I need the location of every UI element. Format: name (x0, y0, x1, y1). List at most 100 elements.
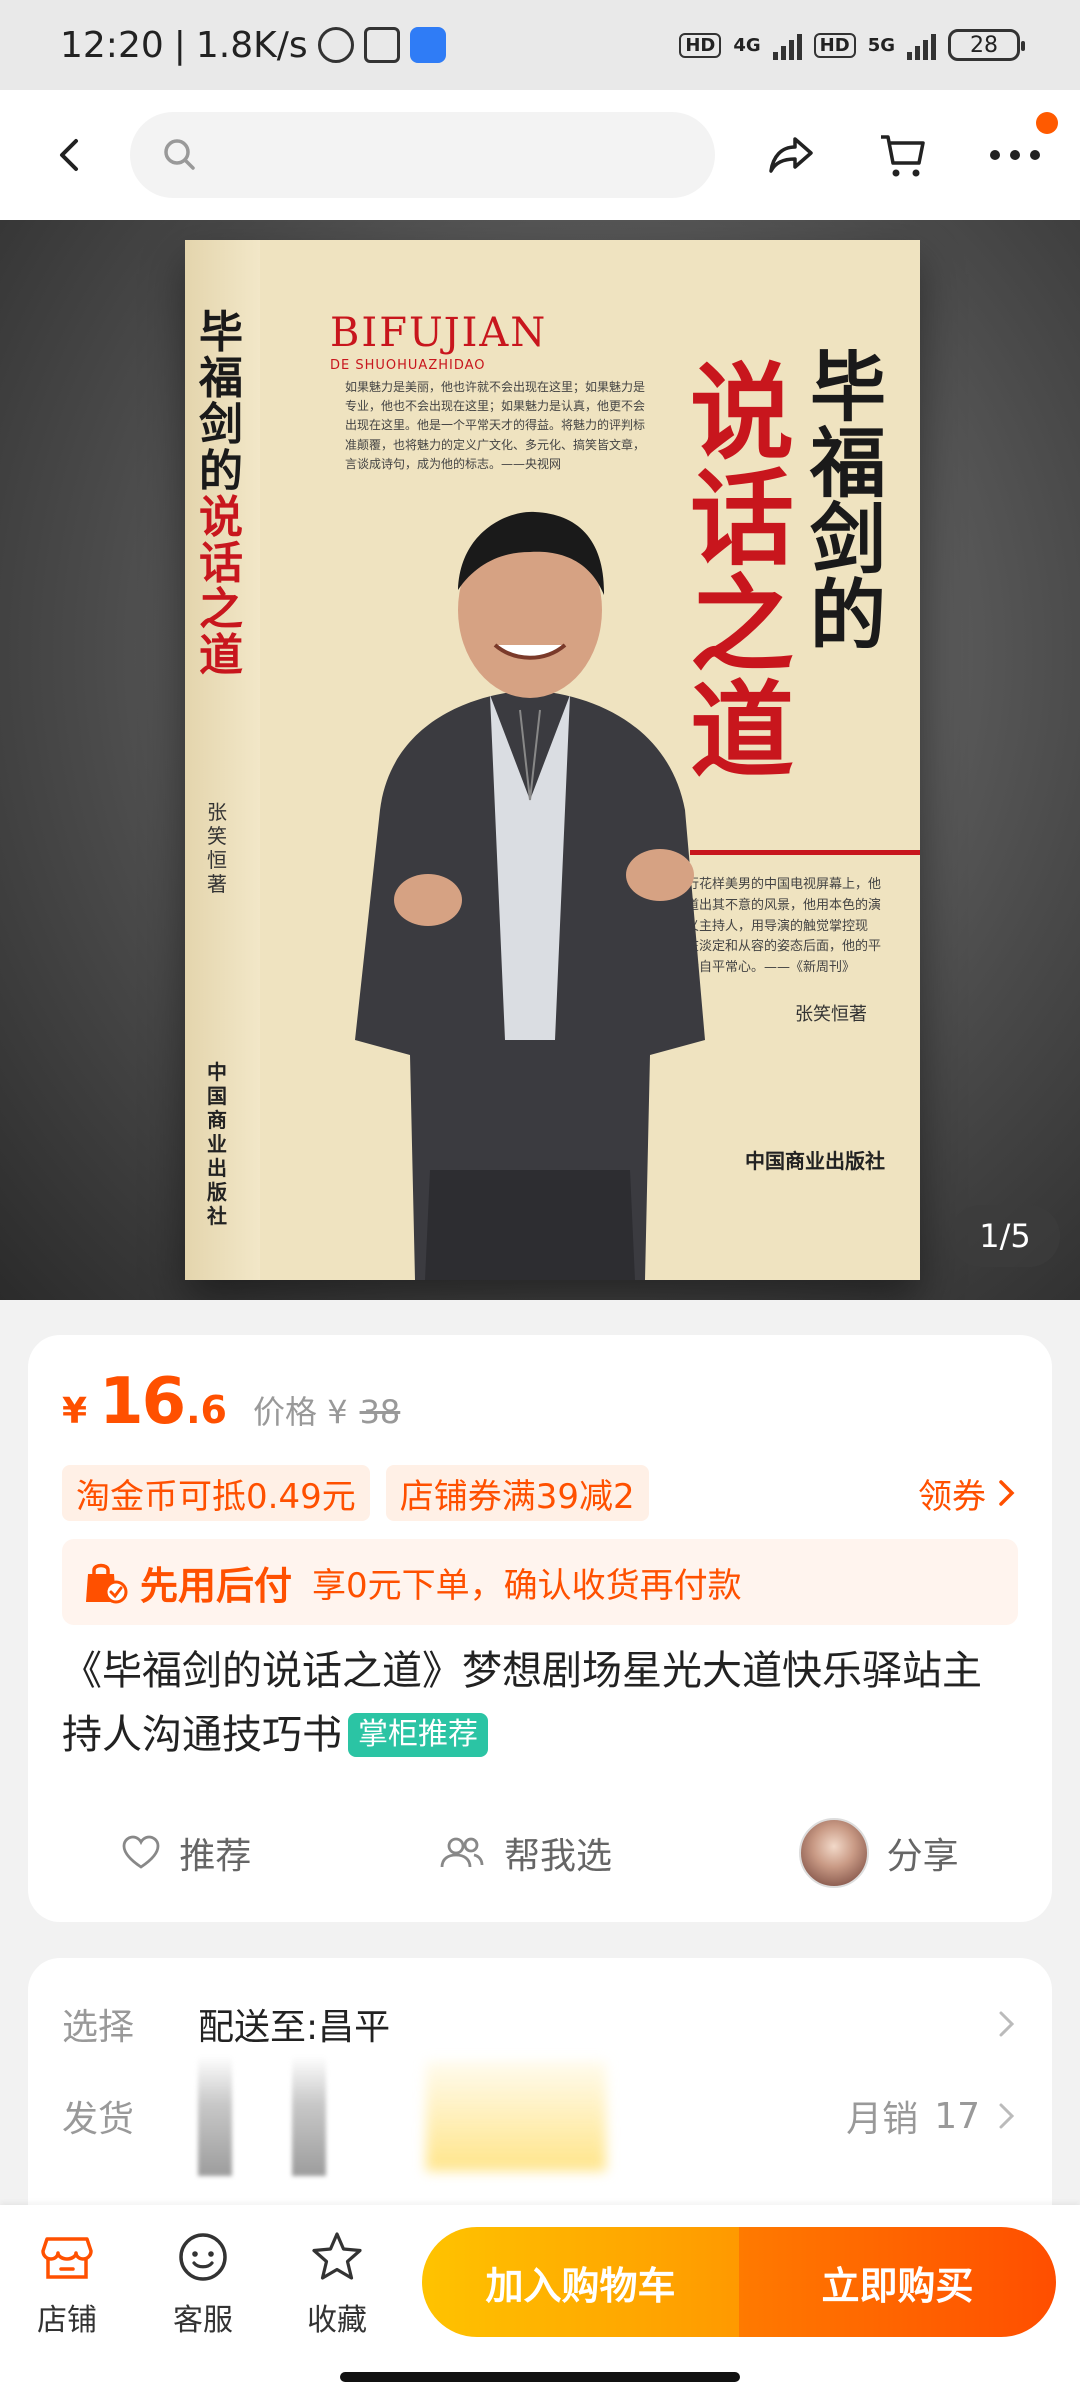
share-arrow-icon (769, 137, 813, 173)
get-coupon-label: 领券 (918, 1476, 986, 1517)
back-button[interactable] (30, 115, 110, 195)
recommend-label: 推荐 (179, 1836, 252, 1877)
status-bar: 12:20 | 1.8K/s HD 4G HD 5G 28 (0, 0, 1080, 90)
price-card: ¥ 16 .6 价格 ¥ 38 淘金币可抵0.49元 店铺券满39减2 领券 先… (28, 1335, 1052, 1922)
star-icon (312, 2232, 362, 2280)
get-coupon-link[interactable]: 领券 (918, 1469, 1018, 1518)
price-decimal: .6 (186, 1388, 228, 1432)
ship-label: 发货 (62, 2099, 135, 2140)
network-5g-label: 5G (867, 34, 895, 56)
price-row: ¥ 16 .6 价格 ¥ 38 (62, 1365, 1018, 1439)
host-portrait-illustration (355, 511, 705, 1280)
signal-icon-2 (907, 30, 936, 60)
spine-publisher: 中国商业出版社 (207, 1060, 227, 1228)
heart-icon (122, 1835, 160, 1869)
image-page-indicator: 1/5 (950, 1205, 1060, 1267)
battery-icon: 28 (948, 29, 1025, 61)
chevron-right-icon (999, 2103, 1015, 2129)
pay-later-banner[interactable]: 先用后付 享0元下单，确认收货再付款 (62, 1539, 1018, 1625)
cart-icon (881, 135, 925, 177)
favorite-label: 收藏 (307, 2303, 367, 2338)
shopkeeper-recommend-tag: 掌柜推荐 (348, 1713, 488, 1757)
pay-later-description: 享0元下单，确认收货再付款 (312, 1565, 742, 1606)
status-separator: | (173, 24, 186, 66)
notification-dot (1036, 112, 1058, 134)
blur-highlight (426, 2061, 606, 2171)
cover-quote: 如果魅力是美丽，他也许就不会出现在这里；如果魅力是专业，他也不会出现在这里；如果… (345, 380, 646, 471)
original-price: 38 (359, 1393, 401, 1431)
buy-now-button[interactable]: 立即购买 (739, 2227, 1056, 2337)
share-button[interactable] (756, 120, 826, 190)
spine-author: 张笑恒著 (207, 800, 227, 896)
select-chevron (996, 2009, 1018, 2039)
status-right: HD 4G HD 5G 28 (679, 29, 1025, 61)
coupon-store[interactable]: 店铺券满39减2 (385, 1465, 649, 1521)
share-friend-button[interactable]: 分享 (798, 1818, 959, 1888)
social-action-row: 推荐 帮我选 分享 (28, 1818, 1052, 1888)
cover-english-subtitle: DE SHUOHUAZHIDAO (330, 358, 486, 373)
original-price-label: 价格 ¥ (253, 1393, 348, 1431)
status-time: 12:20 (60, 24, 164, 66)
monthly-sales: 月销 17 (846, 2090, 1018, 2142)
more-dots-icon (990, 150, 1040, 160)
customer-service-icon (179, 2233, 227, 2281)
monthly-sales-label: 月销 (846, 2099, 919, 2140)
nfc-icon (363, 27, 400, 63)
chevron-right-icon (999, 1480, 1015, 1506)
shop-button[interactable]: 店铺 (12, 2229, 122, 2339)
spine-title-black: 毕福剑的 (199, 307, 243, 497)
pay-later-brand: 先用后付 (140, 1563, 293, 1608)
network-4g-label: 4G (733, 34, 761, 56)
delivery-card: 选择 配送至:昌平 发货 月销 17 (28, 1958, 1052, 2218)
header-actions (756, 112, 1058, 190)
product-image-carousel[interactable]: 毕福剑的说话之道 张笑恒著 中国商业出版社 BIFUJIAN DE SHUOHU… (0, 220, 1080, 1300)
product-title: 《毕福剑的说话之道》梦想剧场星光大道快乐驿站主持人沟通技巧书 掌柜推荐 (62, 1639, 1018, 1767)
cover-english-title: BIFUJIAN (330, 310, 548, 356)
store-icon (41, 2237, 93, 2279)
search-icon (164, 139, 195, 170)
people-icon (440, 1837, 484, 1868)
book-cover-image: 毕福剑的说话之道 张笑恒著 中国商业出版社 BIFUJIAN DE SHUOHU… (185, 240, 920, 1280)
help-choose-label: 帮我选 (503, 1836, 612, 1877)
cover-title-black: 毕福剑的 (810, 343, 886, 660)
shipping-row[interactable]: 发货 月销 17 (62, 2056, 1018, 2176)
recommend-button[interactable]: 推荐 (121, 1827, 251, 1879)
book-spine: 毕福剑的说话之道 张笑恒著 中国商业出版社 (185, 240, 260, 1280)
blur-stripe (198, 2056, 232, 2176)
favorite-button[interactable]: 收藏 (282, 2229, 392, 2339)
price-currency: ¥ (62, 1391, 88, 1432)
home-indicator[interactable] (340, 2372, 740, 2382)
product-title-text: 《毕福剑的说话之道》梦想剧场星光大道快乐驿站主持人沟通技巧书 (62, 1648, 982, 1758)
spine-title: 毕福剑的说话之道 (199, 307, 245, 682)
avatar (798, 1818, 869, 1888)
help-choose-button[interactable]: 帮我选 (438, 1827, 612, 1879)
hd-badge-2: HD (813, 32, 856, 58)
search-input[interactable] (130, 112, 715, 198)
add-to-cart-button[interactable]: 加入购物车 (422, 2227, 739, 2337)
blur-stripe (292, 2056, 326, 2176)
hd-badge: HD (679, 32, 722, 58)
spine-title-red: 说话之道 (199, 491, 243, 682)
status-left: 12:20 | 1.8K/s (60, 25, 446, 66)
coupon-row: 淘金币可抵0.49元 店铺券满39减2 领券 (62, 1465, 1018, 1521)
shopping-bag-check-icon (86, 1563, 128, 1604)
shop-label: 店铺 (37, 2303, 97, 2338)
price-integer: 16 (99, 1365, 186, 1439)
blurred-shipping-info (198, 2056, 606, 2176)
more-button[interactable] (980, 112, 1058, 190)
customer-service-button[interactable]: 客服 (148, 2229, 258, 2339)
cover-author: 张笑恒著 (795, 1004, 867, 1025)
bottom-action-bar: 店铺 客服 收藏 加入购物车 立即购买 (0, 2205, 1080, 2400)
service-label: 客服 (173, 2303, 233, 2338)
monthly-sales-value: 17 (934, 2095, 980, 2137)
cart-button[interactable] (868, 120, 938, 190)
signal-icon (772, 30, 802, 60)
coupon-taojinbi[interactable]: 淘金币可抵0.49元 (62, 1465, 370, 1521)
share-label: 分享 (886, 1836, 959, 1877)
chevron-right-icon (999, 2011, 1015, 2037)
purchase-buttons: 加入购物车 立即购买 (422, 2227, 1056, 2337)
delivery-destination: 配送至:昌平 (198, 2007, 391, 2048)
chevron-left-icon (60, 139, 78, 171)
battery-level: 28 (970, 32, 998, 58)
network-speed: 1.8K/s (195, 24, 308, 66)
